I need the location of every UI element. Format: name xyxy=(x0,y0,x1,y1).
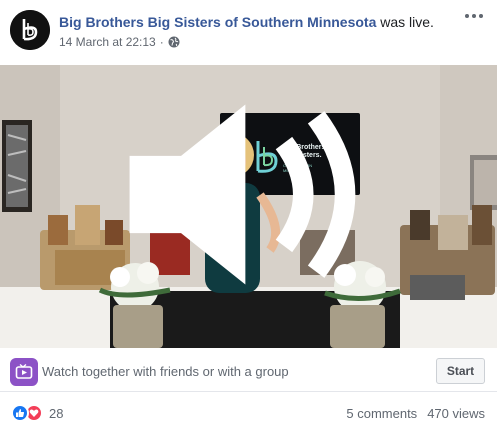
engagement-bar: 28 5 comments 470 views xyxy=(0,400,497,428)
page-avatar[interactable] xyxy=(10,10,50,50)
reaction-count: 28 xyxy=(49,405,64,421)
live-status-text: was live. xyxy=(376,14,434,30)
reactions-summary[interactable]: 28 xyxy=(11,404,63,422)
post-title: Big Brothers Big Sisters of Southern Min… xyxy=(59,13,434,31)
comments-count-link[interactable]: 5 comments xyxy=(346,406,417,421)
more-options-icon[interactable] xyxy=(465,12,485,20)
start-watch-party-button[interactable]: Start xyxy=(436,358,485,384)
watch-party-icon xyxy=(10,358,38,386)
bbbs-logo-icon xyxy=(10,10,50,50)
watch-party-text: Watch together with friends or with a gr… xyxy=(42,364,289,379)
like-reaction-icon xyxy=(11,404,29,422)
dot-separator: · xyxy=(159,35,164,49)
post-meta: 14 March at 22:13 · xyxy=(59,35,180,49)
live-video-player[interactable]: Big Brothers Big Sisters. OF SOUTHERN MI… xyxy=(0,65,497,348)
watch-party-bar: Watch together with friends or with a gr… xyxy=(0,350,497,392)
volume-icon[interactable] xyxy=(0,65,481,336)
views-count: 470 views xyxy=(427,406,485,421)
post-stats: 5 comments 470 views xyxy=(346,406,485,421)
globe-icon[interactable] xyxy=(168,36,180,48)
post-header: Big Brothers Big Sisters of Southern Min… xyxy=(0,0,497,62)
page-name-link[interactable]: Big Brothers Big Sisters of Southern Min… xyxy=(59,14,376,30)
post-timestamp[interactable]: 14 March at 22:13 xyxy=(59,35,156,49)
